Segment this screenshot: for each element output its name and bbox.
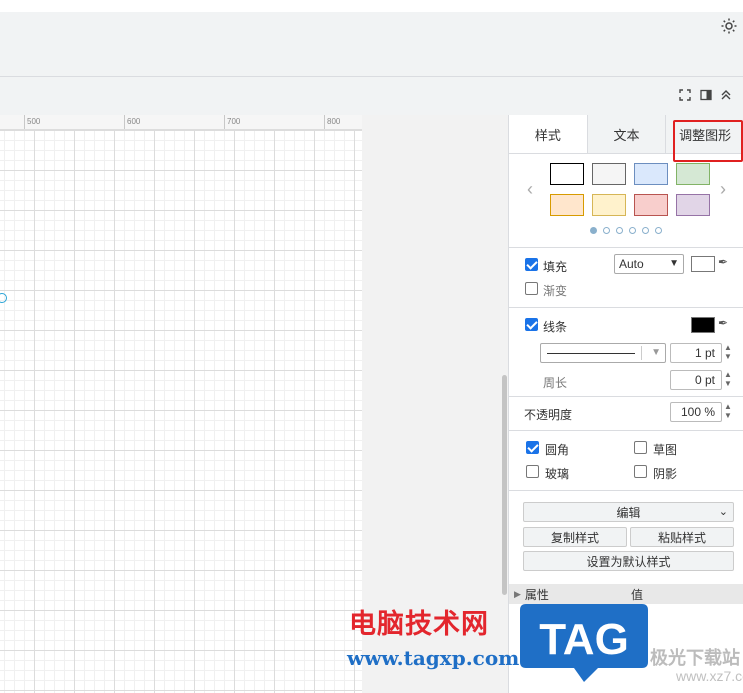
opacity-label: 不透明度 <box>524 408 573 422</box>
opacity-stepper[interactable]: ▲ ▼ <box>723 402 733 420</box>
edit-select[interactable]: 编辑 ⌄ <box>523 502 734 522</box>
tab-text[interactable]: 文本 <box>586 115 666 153</box>
fill-color-box[interactable] <box>691 256 715 272</box>
chevron-down-icon: ▼ <box>651 347 661 358</box>
diagram-canvas[interactable] <box>0 130 362 693</box>
rounded-checkbox[interactable] <box>526 441 539 454</box>
line-label: 线条 <box>543 320 568 334</box>
line-width-input[interactable]: 1 pt <box>670 343 722 363</box>
sketch-checkbox[interactable] <box>634 441 647 454</box>
copy-style-button[interactable]: 复制样式 <box>523 527 627 547</box>
line-pattern-select[interactable]: ▼ <box>540 343 666 363</box>
page-dot[interactable] <box>642 227 649 234</box>
fill-type-value: Auto <box>619 257 644 271</box>
connection-point-icon <box>0 293 7 303</box>
tab-style[interactable]: 样式 <box>509 115 587 153</box>
perimeter-value: 0 pt <box>694 373 715 387</box>
opacity-input[interactable]: 100 % <box>670 402 722 422</box>
line-checkbox[interactable] <box>525 318 538 331</box>
ruler-label: 700 <box>227 117 241 126</box>
set-default-style-button[interactable]: 设置为默认样式 <box>523 551 734 571</box>
shadow-checkbox[interactable] <box>634 465 647 478</box>
line-width-stepper[interactable]: ▲ ▼ <box>723 343 733 361</box>
style-swatch[interactable] <box>634 194 668 216</box>
chevron-left-icon[interactable]: ‹ <box>527 179 533 200</box>
page-dot[interactable] <box>590 227 597 234</box>
horizontal-ruler: 500 600 700 800 <box>0 115 362 130</box>
sketch-label: 草图 <box>653 443 678 457</box>
glass-checkbox[interactable] <box>526 465 539 478</box>
page-dot[interactable] <box>603 227 610 234</box>
style-swatch[interactable] <box>592 194 626 216</box>
fill-type-select[interactable]: Auto ▼ <box>614 254 684 274</box>
collapse-icon[interactable] <box>718 87 734 103</box>
watermark-site-url: www.tagxp.com <box>347 646 520 670</box>
chevron-right-icon[interactable]: › <box>720 179 726 200</box>
top-toolbar <box>0 12 743 77</box>
glass-label: 玻璃 <box>545 467 570 481</box>
page-dot[interactable] <box>616 227 623 234</box>
watermark-logo: TAG <box>518 600 650 684</box>
style-swatch[interactable] <box>550 163 584 185</box>
fill-label: 填充 <box>543 260 568 274</box>
secondary-toolbar <box>0 77 743 116</box>
theme-sun-icon[interactable] <box>719 16 739 36</box>
line-width-value: 1 pt <box>694 346 715 360</box>
rounded-label: 圆角 <box>545 443 570 457</box>
eyedropper-icon[interactable]: ✒ <box>718 316 728 330</box>
page-dot[interactable] <box>629 227 636 234</box>
chevron-right-icon[interactable]: ▶ <box>514 589 521 600</box>
gradient-label: 渐变 <box>543 284 568 298</box>
swatch-pager <box>590 227 662 234</box>
line-pattern-preview <box>547 353 635 354</box>
ruler-label: 500 <box>27 117 41 126</box>
edit-select-label: 编辑 <box>616 505 641 520</box>
style-swatch[interactable] <box>550 194 584 216</box>
style-swatch[interactable] <box>676 163 710 185</box>
perimeter-input[interactable]: 0 pt <box>670 370 722 390</box>
chevron-down-icon: ⌄ <box>718 506 728 518</box>
style-swatch[interactable] <box>592 163 626 185</box>
watermark-logo-text: TAG <box>539 615 629 664</box>
opacity-value: 100 % <box>680 405 715 419</box>
paste-style-button[interactable]: 粘贴样式 <box>630 527 734 547</box>
chevron-down-icon: ▼ <box>669 258 679 269</box>
fullscreen-icon[interactable] <box>677 87 693 103</box>
select-divider <box>641 346 642 360</box>
eyedropper-icon[interactable]: ✒ <box>718 255 728 269</box>
perimeter-stepper[interactable]: ▲ ▼ <box>723 370 733 388</box>
watermark-brand-url: www.xz7.com <box>676 668 743 684</box>
watermark-brand: 极光下载站 <box>650 648 740 668</box>
watermark-site-name: 电脑技术网 <box>349 609 489 640</box>
ruler-label: 600 <box>127 117 141 126</box>
window-top-strip <box>0 0 743 12</box>
gradient-checkbox[interactable] <box>525 282 538 295</box>
perimeter-label: 周长 <box>543 376 568 390</box>
ruler-label: 800 <box>327 117 341 126</box>
fill-checkbox[interactable] <box>525 258 538 271</box>
shadow-label: 阴影 <box>653 467 678 481</box>
format-panel-toggle-icon[interactable] <box>698 87 714 103</box>
style-swatch[interactable] <box>676 194 710 216</box>
highlight-annotation <box>673 120 743 162</box>
style-swatch[interactable] <box>634 163 668 185</box>
vertical-scrollbar[interactable] <box>502 375 507 595</box>
line-color-box[interactable] <box>691 317 715 333</box>
page-dot[interactable] <box>655 227 662 234</box>
